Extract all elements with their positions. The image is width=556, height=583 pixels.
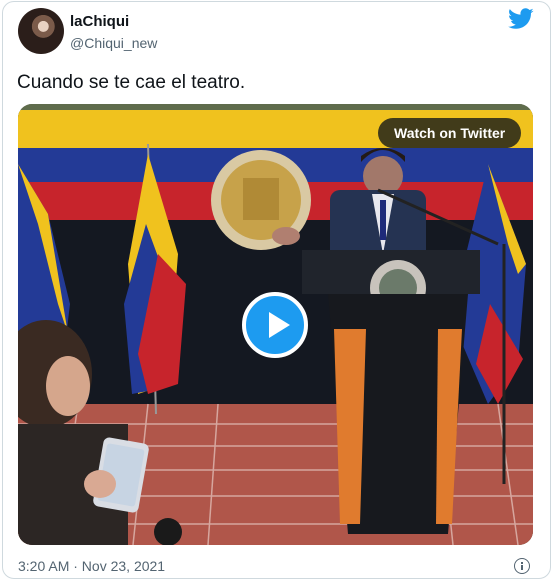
info-icon[interactable] xyxy=(514,558,530,574)
author-name[interactable]: laChiqui xyxy=(70,13,129,30)
avatar[interactable] xyxy=(18,8,64,54)
play-button[interactable] xyxy=(242,292,308,358)
tweet-text: Cuando se te cae el teatro. xyxy=(17,72,246,93)
watch-on-twitter-button[interactable]: Watch on Twitter xyxy=(378,118,522,148)
video-player[interactable]: Watch on Twitter xyxy=(18,104,533,545)
tweet-timestamp[interactable]: 3:20 AM · Nov 23, 2021 xyxy=(18,558,165,574)
twitter-bird-icon[interactable] xyxy=(508,8,534,30)
author-handle[interactable]: @Chiqui_new xyxy=(70,35,157,51)
play-icon xyxy=(269,312,290,338)
